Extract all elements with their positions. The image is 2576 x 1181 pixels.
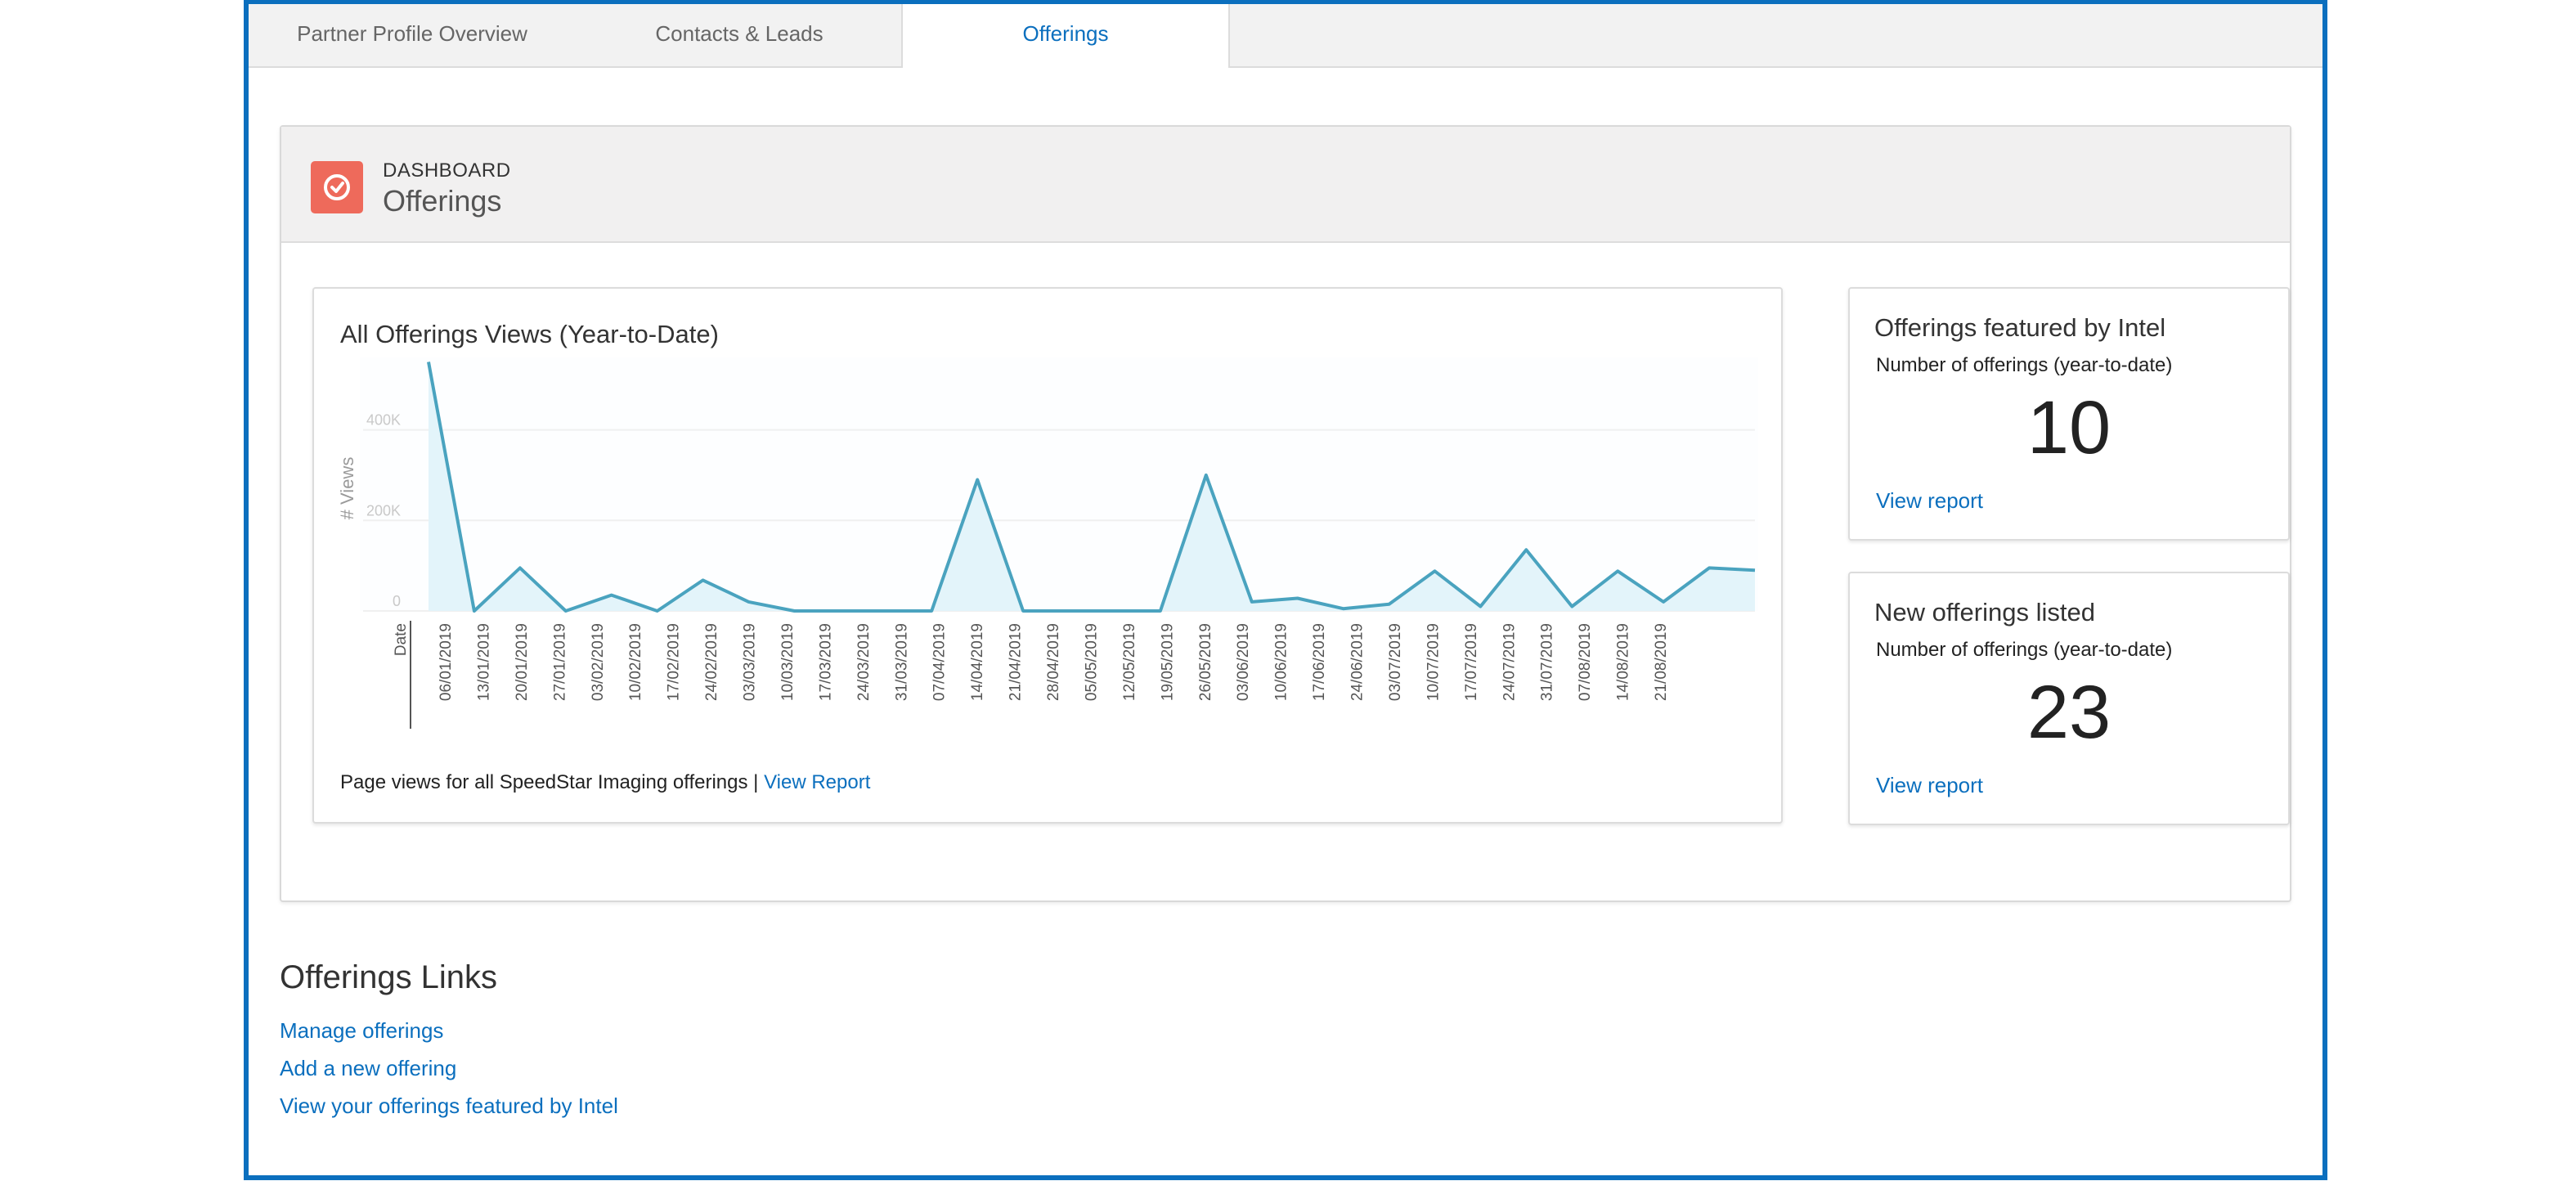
x-tick-label: 14/04/2019 (969, 623, 986, 701)
x-tick-label: 17/07/2019 (1463, 623, 1480, 701)
chart-footer: Page views for all SpeedStar Imaging off… (340, 771, 870, 794)
tab-contacts-leads[interactable]: Contacts & Leads (576, 4, 903, 66)
x-tick-label: 10/02/2019 (627, 623, 644, 701)
x-tick-label: 17/02/2019 (666, 623, 683, 701)
x-tick-label: 13/01/2019 (475, 623, 492, 701)
x-tick-label: 31/07/2019 (1539, 623, 1556, 701)
app-frame: Partner Profile Overview Contacts & Lead… (244, 0, 2327, 1180)
featured-offerings-link[interactable]: View your offerings featured by Intel (280, 1093, 618, 1119)
gauge-icon (311, 161, 363, 213)
x-tick-label: 24/03/2019 (855, 623, 873, 701)
chart-card: All Offerings Views (Year-to-Date) 0 200K… (312, 287, 1783, 824)
x-tick-label: 03/07/2019 (1387, 623, 1404, 701)
x-tick-label: 05/05/2019 (1083, 623, 1100, 701)
view-report-link[interactable]: View report (1876, 488, 1983, 514)
y-tick-label: 0 (393, 593, 401, 609)
tab-bar: Partner Profile Overview Contacts & Lead… (249, 4, 2322, 68)
add-offering-link[interactable]: Add a new offering (280, 1056, 456, 1081)
x-tick-label: 07/08/2019 (1577, 623, 1594, 701)
x-tick-label: 06/01/2019 (438, 623, 455, 701)
x-tick-label: 19/05/2019 (1159, 623, 1176, 701)
y-tick-label: 200K (366, 502, 401, 519)
panel-header: DASHBOARD Offerings (281, 127, 2290, 243)
x-tick-label: 10/06/2019 (1273, 623, 1290, 701)
x-tick-label: 24/07/2019 (1501, 623, 1518, 701)
featured-offerings-card: Offerings featured by Intel Number of of… (1848, 287, 2290, 541)
x-tick-label: 24/06/2019 (1349, 623, 1367, 701)
x-tick-label: 14/08/2019 (1615, 623, 1632, 701)
x-tick-label: 03/02/2019 (590, 623, 607, 701)
y-tick-label: 400K (366, 412, 401, 429)
stat-value: 10 (2026, 386, 2112, 469)
x-tick-label: 31/03/2019 (893, 623, 910, 701)
chart-footer-text: Page views for all SpeedStar Imaging off… (340, 771, 765, 793)
stat-subtitle: Number of offerings (year-to-date) (1876, 639, 2173, 661)
dashboard-label: DASHBOARD (383, 159, 511, 182)
view-report-link[interactable]: View report (1876, 773, 1983, 798)
stat-title: New offerings listed (1874, 598, 2095, 626)
x-tick-label: 21/04/2019 (1008, 623, 1025, 701)
dashboard-panel: DASHBOARD Offerings All Offerings Views … (280, 125, 2291, 902)
dashboard-title: Offerings (383, 184, 502, 218)
stat-value: 23 (2026, 671, 2112, 754)
manage-offerings-link[interactable]: Manage offerings (280, 1018, 443, 1044)
x-axis-label: Date (393, 623, 410, 656)
chart-title: All Offerings Views (Year-to-Date) (340, 320, 719, 348)
stat-title: Offerings featured by Intel (1874, 313, 2166, 342)
x-tick-label: 03/06/2019 (1235, 623, 1252, 701)
x-tick-label: 20/01/2019 (514, 623, 531, 701)
offerings-links-heading: Offerings Links (280, 959, 498, 995)
x-tick-label: 10/07/2019 (1425, 623, 1442, 701)
tab-partner-profile-overview[interactable]: Partner Profile Overview (249, 4, 576, 66)
new-offerings-card: New offerings listed Number of offerings… (1848, 572, 2290, 825)
x-tick-label: 03/03/2019 (742, 623, 759, 701)
y-axis-label: # Views (337, 457, 357, 520)
tab-offerings[interactable]: Offerings (901, 4, 1230, 68)
x-tick-label: 10/03/2019 (779, 623, 797, 701)
x-tick-label: 17/06/2019 (1311, 623, 1328, 701)
x-tick-label: 28/04/2019 (1045, 623, 1062, 701)
x-tick-label: 27/01/2019 (551, 623, 568, 701)
x-tick-label: 24/02/2019 (703, 623, 720, 701)
plot-background (360, 357, 1758, 611)
views-chart: 0 200K 400K # Views Date 06/01/2019 13/01/2019… (337, 357, 1758, 729)
x-tick-label: 21/08/2019 (1653, 623, 1670, 701)
x-tick-label: 17/03/2019 (817, 623, 834, 701)
view-report-link[interactable]: View Report (764, 771, 870, 793)
stat-subtitle: Number of offerings (year-to-date) (1876, 354, 2173, 376)
x-tick-label: 12/05/2019 (1121, 623, 1138, 701)
x-tick-label: 07/04/2019 (931, 623, 949, 701)
x-tick-label: 26/05/2019 (1197, 623, 1214, 701)
